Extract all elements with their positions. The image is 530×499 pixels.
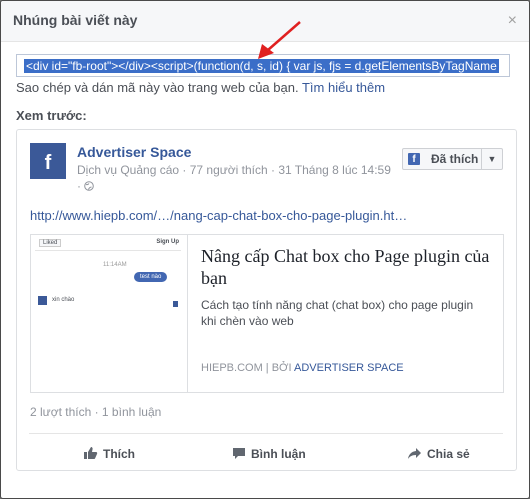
annotation-arrow-icon [258, 21, 301, 59]
